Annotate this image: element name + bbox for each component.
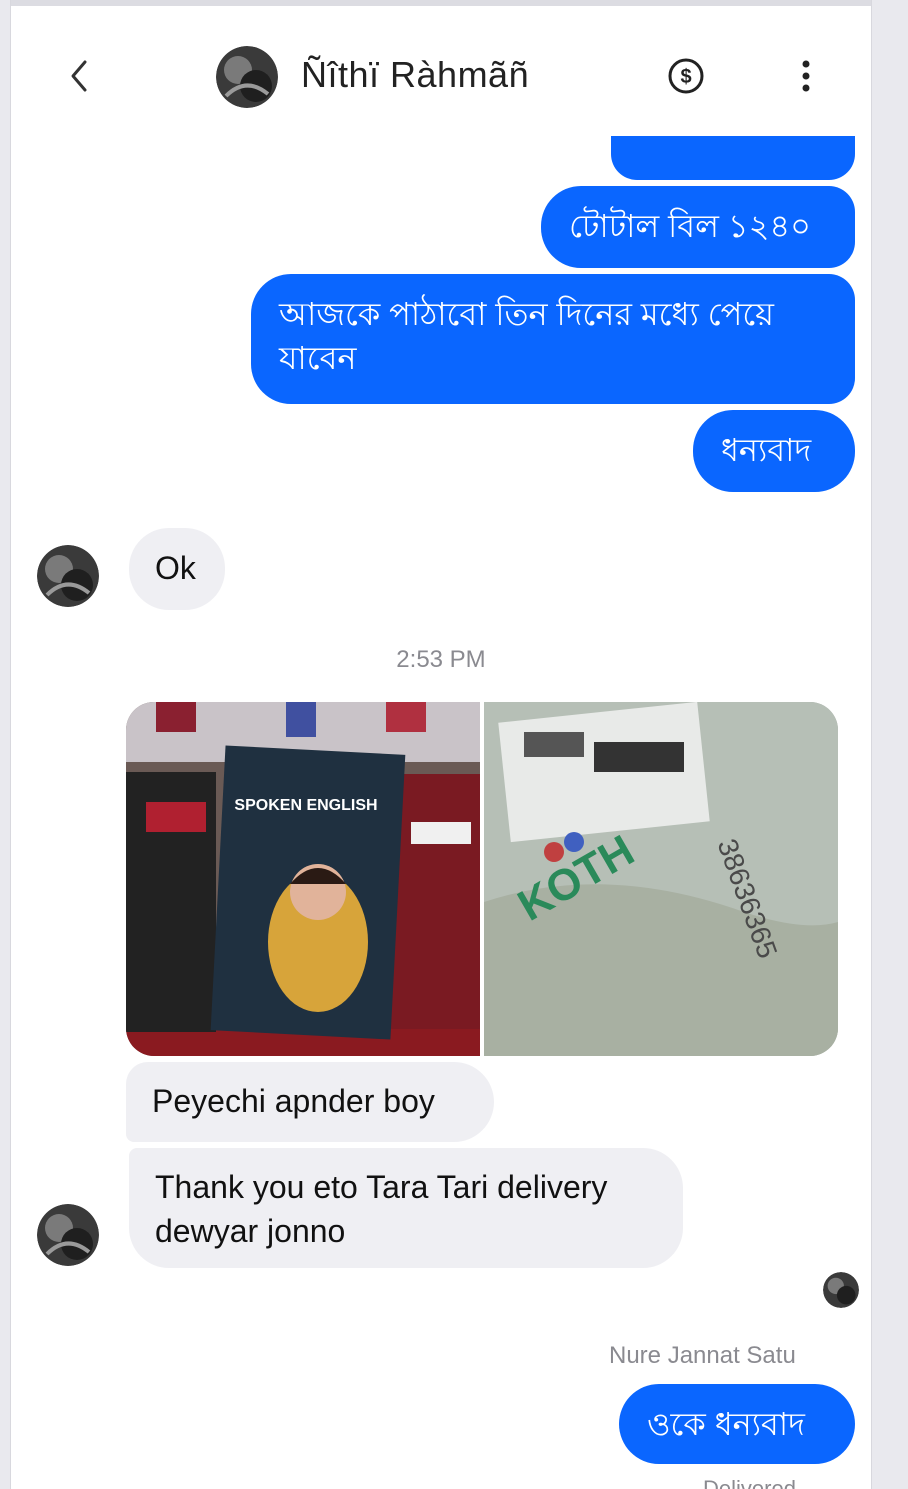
message-text: ওকে ধন্যবাদ (647, 1406, 805, 1442)
contact-name[interactable]: Ñîthï Ràhmãñ (301, 54, 529, 96)
books-image: SPOKEN ENGLISH (126, 702, 480, 1056)
photo-books[interactable]: SPOKEN ENGLISH (126, 702, 480, 1056)
message-bubble-outgoing[interactable]: টোটাল বিল ১২৪০ (541, 186, 855, 268)
back-button[interactable] (61, 56, 101, 96)
avatar-image (216, 46, 278, 108)
message-bubble-outgoing[interactable]: ধন্যবাদ (693, 410, 855, 492)
photo-package[interactable]: KOTH 38636365 (484, 702, 838, 1056)
avatar-image (37, 545, 99, 607)
message-bubble-outgoing[interactable]: ওকে ধন্যবাদ (619, 1384, 855, 1464)
sender-avatar[interactable] (37, 545, 99, 607)
avatar-image (37, 1204, 99, 1266)
message-bubble-outgoing[interactable] (611, 136, 855, 180)
message-bubble-incoming[interactable]: Thank you eto Tara Tari delivery dewyar … (129, 1148, 683, 1268)
more-vertical-icon (802, 60, 810, 92)
message-text: Peyechi apnder boy (152, 1083, 435, 1119)
chat-screen: Ñîthï Ràhmãñ $ টোটাল বিল ১২৪০ আজকে পাঠাব… (10, 0, 872, 1489)
message-text: Ok (155, 550, 196, 586)
svg-text:$: $ (680, 66, 691, 88)
dollar-circle-icon: $ (668, 58, 704, 94)
message-bubble-outgoing[interactable]: আজকে পাঠাবো তিন দিনের মধ্যে পেয়ে যাবেন (251, 274, 855, 404)
contact-avatar[interactable] (216, 46, 278, 108)
message-text: আজকে পাঠাবো তিন দিনের মধ্যে পেয়ে যাবেন (279, 296, 775, 376)
read-receipt-avatar (823, 1272, 859, 1308)
message-text: Thank you eto Tara Tari delivery dewyar … (155, 1169, 608, 1249)
sender-avatar[interactable] (37, 1204, 99, 1266)
message-bubble-incoming[interactable]: Peyechi apnder boy (126, 1062, 494, 1142)
book-title: SPOKEN ENGLISH (234, 797, 377, 814)
payment-button[interactable]: $ (666, 56, 706, 96)
avatar-image (823, 1272, 859, 1308)
reply-sender-name: Nure Jannat Satu (609, 1342, 796, 1369)
more-options-button[interactable] (791, 56, 821, 96)
photo-attachment-group[interactable]: SPOKEN ENGLISH KOTH 38636365 (126, 702, 838, 1056)
delivery-status: Delivered (703, 1476, 796, 1489)
package-image: KOTH 38636365 (484, 702, 838, 1056)
chevron-left-icon (71, 60, 87, 92)
chat-header: Ñîthï Ràhmãñ $ (11, 6, 871, 136)
message-bubble-incoming[interactable]: Ok (129, 528, 225, 610)
message-text: টোটাল বিল ১২৪০ (569, 208, 811, 244)
message-timestamp: 2:53 PM (396, 646, 486, 673)
message-list[interactable]: টোটাল বিল ১২৪০ আজকে পাঠাবো তিন দিনের মধ্… (11, 136, 871, 1489)
message-text: ধন্যবাদ (721, 432, 812, 468)
